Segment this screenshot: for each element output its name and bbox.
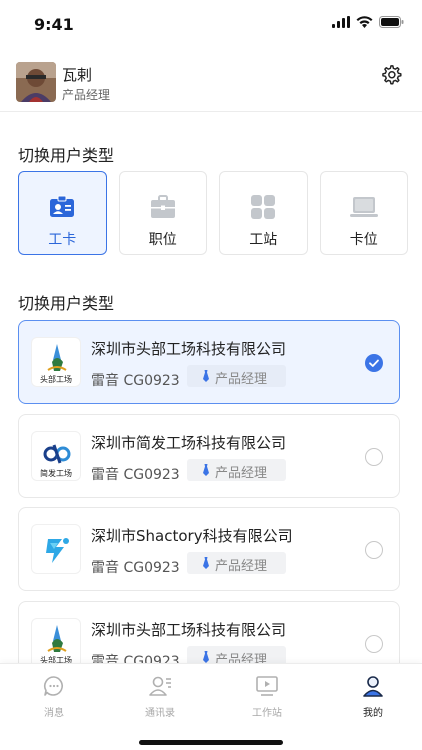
status-bar: 9:41: [0, 0, 422, 48]
user-type-options: 工卡 职位 工站 卡位: [18, 171, 408, 255]
user-type-section-title: 切换用户类型: [18, 146, 115, 165]
company-logo: [31, 524, 81, 574]
type-option-label: 工站: [249, 232, 278, 248]
position-label: 产品经理: [215, 466, 268, 481]
tab-workstation[interactable]: 工作站: [237, 674, 297, 719]
radio-unchecked[interactable]: [365, 448, 383, 466]
tab-mine[interactable]: 我的: [343, 674, 403, 719]
tie-icon: [203, 370, 209, 382]
message-icon: [43, 676, 63, 696]
type-option-kawei[interactable]: 卡位: [319, 171, 408, 255]
tie-icon: [203, 651, 209, 663]
position-tag: 产品经理: [187, 459, 286, 481]
tab-label: 工作站: [252, 708, 282, 719]
contacts-icon: [149, 676, 171, 696]
status-icons: [332, 16, 404, 28]
gear-icon[interactable]: [380, 64, 402, 86]
company-card[interactable]: 简发工场 深圳市简发工场科技有限公司 雷音 CG0923 产品经理: [18, 414, 400, 498]
type-option-label: 工卡: [48, 232, 77, 248]
workstation-icon: [256, 676, 278, 696]
person-id: 雷音 CG0923: [91, 467, 180, 483]
battery-icon: [379, 16, 404, 28]
tab-label: 消息: [44, 708, 64, 719]
profile-role: 产品经理: [62, 88, 111, 102]
laptop-icon: [349, 197, 378, 217]
company-name: 深圳市Shactory科技有限公司: [91, 527, 293, 545]
position-tag: 产品经理: [187, 365, 286, 387]
position-label: 产品经理: [215, 372, 268, 387]
status-time: 9:41: [34, 15, 74, 34]
type-option-gongzhan[interactable]: 工站: [219, 171, 308, 255]
radio-unchecked[interactable]: [365, 635, 383, 653]
person-id: 雷音 CG0923: [91, 373, 180, 389]
tab-contacts[interactable]: 通讯录: [130, 674, 190, 719]
check-icon: [369, 359, 379, 367]
home-indicator: [139, 740, 283, 745]
type-option-label: 职位: [148, 232, 177, 248]
company-name: 深圳市头部工场科技有限公司: [91, 621, 287, 639]
company-logo-text: 简发工场: [40, 469, 72, 478]
radio-unchecked[interactable]: [365, 541, 383, 559]
company-name: 深圳市头部工场科技有限公司: [91, 340, 287, 358]
company-card[interactable]: 头部工场 深圳市头部工场科技有限公司 雷音 CG0923 产品经理: [18, 320, 400, 404]
company-section-title: 切换用户类型: [18, 294, 115, 313]
profile-name: 瓦剌: [62, 66, 93, 84]
tie-icon: [203, 557, 209, 569]
wifi-icon: [356, 16, 373, 28]
bottom-tab-bar: 消息 通讯录 工作站 我的: [0, 663, 422, 750]
tie-icon: [203, 464, 209, 476]
tab-label: 我的: [363, 708, 383, 719]
id-card-icon: [50, 195, 75, 217]
company-name: 深圳市简发工场科技有限公司: [91, 434, 287, 452]
tab-messages[interactable]: 消息: [24, 674, 84, 719]
radio-checked[interactable]: [365, 354, 383, 372]
profile-icon: [363, 676, 383, 697]
position-tag: 产品经理: [187, 552, 286, 574]
company-logo: 简发工场: [31, 431, 81, 481]
company-logo-text: 头部工场: [40, 375, 72, 384]
briefcase-icon: [150, 195, 175, 218]
signal-icon: [332, 16, 350, 28]
type-option-gongka[interactable]: 工卡: [18, 171, 107, 255]
company-logo: 头部工场: [31, 618, 81, 668]
company-logo: 头部工场: [31, 337, 81, 387]
avatar[interactable]: [16, 62, 56, 102]
type-option-zhiwei[interactable]: 职位: [118, 171, 207, 255]
grid-icon: [251, 195, 276, 219]
profile-header: 瓦剌 产品经理: [0, 58, 422, 112]
tab-label: 通讯录: [145, 708, 175, 719]
type-option-label: 卡位: [349, 232, 378, 248]
position-label: 产品经理: [215, 559, 268, 574]
company-card[interactable]: 深圳市Shactory科技有限公司 雷音 CG0923 产品经理: [18, 507, 400, 591]
person-id: 雷音 CG0923: [91, 560, 180, 576]
